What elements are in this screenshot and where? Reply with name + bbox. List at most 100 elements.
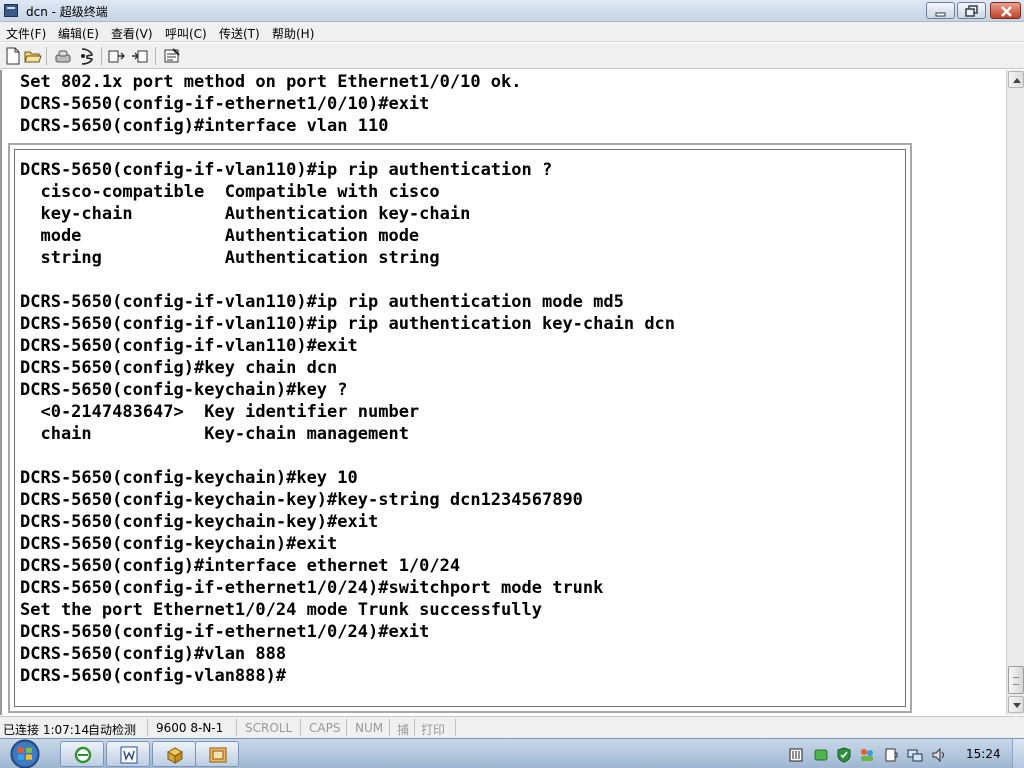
status-separator [147,719,148,736]
tray-people-icon[interactable] [859,747,875,763]
dial-icon [81,48,93,65]
menu-transfer[interactable]: 传送(T) [219,25,260,42]
scroll-up-button[interactable] [1008,71,1024,88]
close-icon [1001,6,1012,17]
taskbar-hyperterminal-button[interactable] [195,741,239,767]
status-separator [346,719,347,736]
terminal-line: key-chain Authentication key-chain [20,204,471,224]
terminal-line: DCRS-5650(config)#key chain dcn [20,358,338,378]
status-print: 打印 [421,723,446,737]
terminal-line: <0-2147483647> Key identifier number [20,402,420,422]
tray-volume-icon[interactable] [931,747,947,763]
terminal-line: DCRS-5650(config-keychain-key)#key-strin… [20,490,583,510]
properties-button[interactable] [163,47,181,65]
package-icon [166,747,184,764]
terminal-line: cisco-compatible Compatible with cisco [20,182,440,202]
title-bar: dcn - 超级终端 [0,0,1024,22]
status-separator [389,719,390,736]
restore-icon [965,5,978,17]
send-icon [108,50,125,63]
terminal-line: DCRS-5650(config-keychain)#exit [20,534,338,554]
terminal-line: DCRS-5650(config-keychain-key)#exit [20,512,379,532]
windows-logo-icon [10,739,40,768]
terminal-line: DCRS-5650(config-if-ethernet1/0/10)#exit [20,94,430,114]
window-title: dcn - 超级终端 [26,5,108,19]
status-capture: 捕 [397,723,410,737]
open-button[interactable] [24,47,42,65]
terminal-inner-window[interactable]: DCRS-5650(config-if-vlan110)#ip rip auth… [8,143,912,713]
terminal-line: chain Key-chain management [20,424,409,444]
taskbar-clock[interactable]: 15:24 [966,747,1001,761]
terminal-line: DCRS-5650(config)#vlan 888 [20,644,287,664]
menu-help[interactable]: 帮助(H) [272,25,314,42]
taskbar-ie-button[interactable] [60,741,104,767]
tray-green-status-icon[interactable] [813,747,829,763]
show-desktop-button[interactable] [1012,739,1024,768]
terminal-line: DCRS-5650(config-if-vlan110)#ip rip auth… [20,160,553,180]
terminal-line: DCRS-5650(config)#interface ethernet 1/0… [20,556,461,576]
terminal-prompt-line: DCRS-5650(config-vlan888)# [20,666,287,686]
terminal-line: DCRS-5650(config)#interface vlan 110 [20,116,389,136]
terminal-line: string Authentication string [20,248,440,268]
status-separator [455,719,456,736]
menu-edit[interactable]: 编辑(E) [58,25,99,42]
taskbar-package-button[interactable] [152,741,196,767]
terminal-line: Set the port Ethernet1/0/24 mode Trunk s… [20,600,542,620]
dial-button[interactable] [78,47,96,65]
menu-file[interactable]: 文件(F) [6,25,46,42]
terminal-line: DCRS-5650(config-if-vlan110)#exit [20,336,358,356]
scroll-thumb[interactable] [1008,666,1024,694]
open-icon [24,51,42,63]
tray-network-icon[interactable] [907,747,923,763]
minimize-button[interactable] [926,2,955,19]
status-scroll: SCROLL [245,721,293,735]
scroll-down-button[interactable] [1008,696,1024,713]
terminal-line: DCRS-5650(config-keychain)#key 10 [20,468,358,488]
close-button[interactable] [990,2,1021,19]
hyperterminal-app-icon[interactable] [4,4,18,17]
terminal-line: DCRS-5650(config-if-vlan110)#ip rip auth… [20,314,676,334]
tray-network-adapter-icon[interactable] [788,747,804,763]
properties-icon [164,48,180,63]
receive-file-button[interactable] [131,47,149,65]
toolbar [0,43,1024,69]
status-baud: 9600 8-N-1 [156,721,224,735]
start-button[interactable] [4,739,46,768]
new-connection-button[interactable] [4,47,22,65]
status-detect: 自动检测 [88,723,137,737]
vertical-scrollbar[interactable] [1006,70,1024,715]
send-file-button[interactable] [108,47,126,65]
menu-call[interactable]: 呼叫(C) [165,25,207,42]
tray-device-icon[interactable] [883,747,899,763]
terminal-line: DCRS-5650(config-if-ethernet1/0/24)#exit [20,622,430,642]
maximize-button[interactable] [957,2,986,19]
receive-icon [132,50,148,63]
terminal-line: Set 802.1x port method on port Ethernet1… [20,72,522,92]
hyperterminal-icon [209,747,227,763]
terminal-area[interactable]: Set 802.1x port method on port Ethernet1… [0,70,1006,715]
toolbar-separator [46,47,47,65]
status-separator [236,719,237,736]
status-separator [300,719,301,736]
terminal-line: DCRS-5650(config-if-vlan110)#ip rip auth… [20,292,624,312]
terminal-line: mode Authentication mode [20,226,420,246]
taskbar-word-button[interactable] [106,741,150,767]
terminal-line: DCRS-5650(config-if-ethernet1/0/24)#swit… [20,578,604,598]
ie-icon [74,746,92,764]
terminal-line: DCRS-5650(config-keychain)#key ? [20,380,348,400]
toolbar-separator [155,47,156,65]
new-icon [6,47,20,65]
menu-view[interactable]: 查看(V) [111,25,153,42]
arrow-down-icon [1013,703,1021,708]
toolbar-separator [101,47,102,65]
minimize-icon [935,12,946,17]
status-num: NUM [355,721,384,735]
menu-bar: 文件(F) 编辑(E) 查看(V) 呼叫(C) 传送(T) 帮助(H) [0,22,1024,42]
tray-security-shield-icon[interactable] [836,747,852,763]
status-connection-time: 已连接 1:07:14 [3,723,90,737]
taskbar: 15:24 [0,738,1024,768]
word-icon [120,746,138,764]
status-bar: 已连接 1:07:14 自动检测 9600 8-N-1 SCROLL CAPS … [0,716,1024,738]
disconnect-button[interactable] [54,47,72,65]
disconnect-icon [55,50,71,63]
